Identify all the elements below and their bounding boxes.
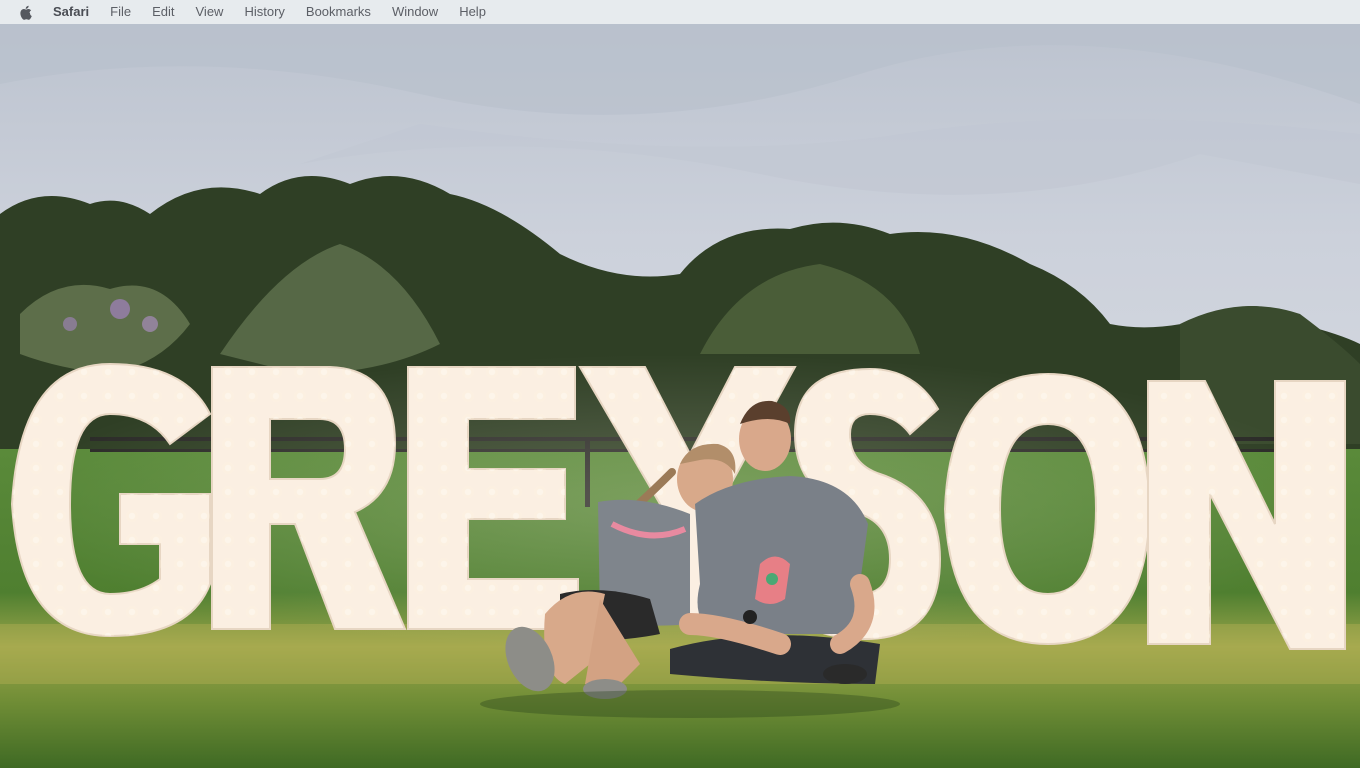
marquee-letter-e <box>407 366 579 630</box>
menu-edit[interactable]: Edit <box>152 0 174 24</box>
menu-bar: Safari File Edit View History Bookmarks … <box>0 0 1360 24</box>
menu-file[interactable]: File <box>110 0 131 24</box>
wallpaper-photo <box>0 24 1360 768</box>
menu-safari[interactable]: Safari <box>53 0 89 24</box>
apple-logo-icon[interactable] <box>19 4 33 20</box>
menu-window[interactable]: Window <box>392 0 438 24</box>
menu-history[interactable]: History <box>244 0 284 24</box>
menu-view[interactable]: View <box>196 0 224 24</box>
menu-bookmarks[interactable]: Bookmarks <box>306 0 371 24</box>
menu-help[interactable]: Help <box>459 0 486 24</box>
desktop-wallpaper <box>0 24 1360 768</box>
